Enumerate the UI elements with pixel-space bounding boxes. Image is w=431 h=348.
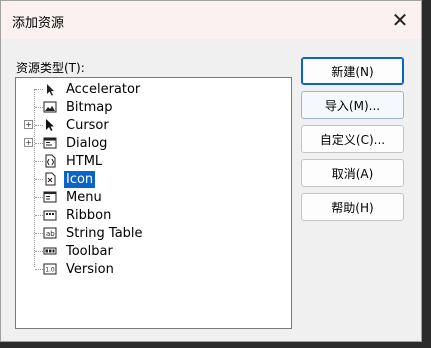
tree-branch-line [35,124,43,126]
version-icon-text: 1.0 [45,267,55,274]
tree-item-label: HTML [66,153,103,169]
tree-branch-line [35,106,43,108]
close-button[interactable]: ✕ [379,1,421,39]
tree-item-label: Icon [64,170,96,188]
accelerator-icon [43,82,57,96]
tree-branch-line [35,214,43,216]
title-bar: 添加资源 ✕ [1,1,421,39]
tree-branch-line [35,160,43,162]
tree-item-cursor[interactable]: + Cursor [16,116,291,134]
tree-branch-line [35,178,43,180]
import-button[interactable]: 导入(M)... [301,91,404,119]
cursor-icon [43,118,57,132]
tree-item-label: Version [66,261,114,277]
html-icon [43,154,57,168]
tree-item-icon[interactable]: Icon [16,170,291,188]
close-icon: ✕ [391,8,409,32]
tree-item-dialog[interactable]: + Dialog [16,134,291,152]
tree-item-label: Dialog [66,135,108,151]
tree-item-label: Accelerator [66,81,141,97]
menu-icon [43,190,57,204]
tree-item-bitmap[interactable]: Bitmap [16,98,291,116]
tree-branch-line [35,232,43,234]
bitmap-icon [43,100,57,114]
new-button[interactable]: 新建(N) [301,57,404,85]
cancel-button[interactable]: 取消(A) [301,159,404,187]
tree-item-toolbar[interactable]: Toolbar [16,242,291,260]
tree-branch-line [35,142,43,144]
tree-branch-line [35,196,43,198]
add-resource-dialog: 添加资源 ✕ 资源类型(T): Accelerator Bitmap + Cur… [0,0,422,342]
dialog-icon [43,136,57,150]
tree-item-label: Ribbon [66,207,112,223]
help-button[interactable]: 帮助(H) [301,193,404,221]
string-table-icon-text: ab [46,230,55,238]
icon-resource-icon [43,172,57,186]
tree-item-label: String Table [66,225,143,241]
tree-item-label: Bitmap [66,99,113,115]
version-icon: 1.0 [43,262,57,276]
tree-branch-line [35,268,43,270]
dialog-title: 添加资源 [12,16,65,31]
string-table-icon: ab [43,226,57,240]
tree-branch-line [35,88,43,90]
tree-item-label: Cursor [66,117,109,133]
expand-toggle[interactable]: + [24,138,33,147]
tree-item-accelerator[interactable]: Accelerator [16,80,291,98]
tree-item-label: Toolbar [66,243,113,259]
tree-item-menu[interactable]: Menu [16,188,291,206]
tree-item-string-table[interactable]: ab String Table [16,224,291,242]
ribbon-icon [43,208,57,222]
tree-item-label: Menu [66,189,102,205]
resource-type-label: 资源类型(T): [16,61,85,75]
tree-item-version[interactable]: 1.0 Version [16,260,291,278]
resource-type-tree[interactable]: Accelerator Bitmap + Cursor + Dialog HTM… [15,77,292,329]
expand-toggle[interactable]: + [24,120,33,129]
custom-button[interactable]: 自定义(C)... [301,125,404,153]
tree-item-html[interactable]: HTML [16,152,291,170]
toolbar-icon [43,244,57,258]
tree-branch-line [35,250,43,252]
tree-item-ribbon[interactable]: Ribbon [16,206,291,224]
